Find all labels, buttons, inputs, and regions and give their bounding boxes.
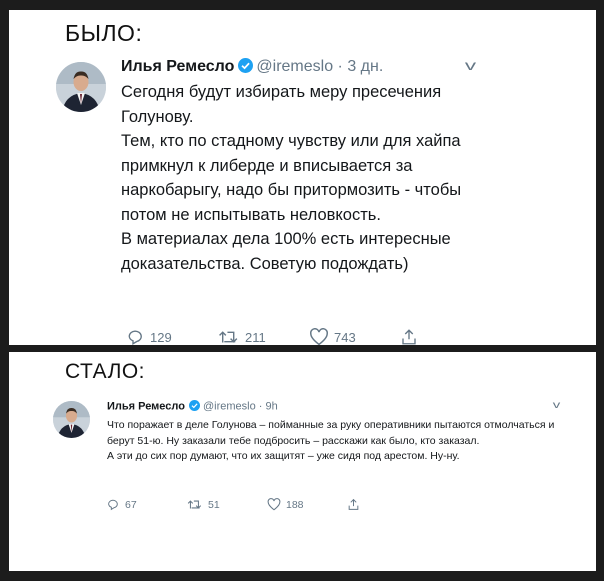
reply-icon <box>128 330 142 345</box>
reply-button[interactable]: 67 <box>107 498 187 511</box>
reply-button[interactable]: 129 <box>127 328 218 345</box>
like-count: 188 <box>286 498 304 511</box>
retweet-count: 51 <box>208 498 220 511</box>
reply-count: 129 <box>150 329 172 345</box>
retweet-count: 211 <box>245 329 266 345</box>
tweet-text: Сегодня будут избирать меру пресечения Г… <box>121 80 481 276</box>
tweet-actions: 67 51 188 <box>107 498 427 511</box>
like-count: 743 <box>334 329 356 345</box>
tweet-line: Тем, кто по стадному чувству или для хай… <box>121 132 462 224</box>
verified-badge-icon <box>238 58 254 74</box>
tweet-header: Илья Ремесло @iremeslo · 9h <box>107 400 278 413</box>
before-panel: БЫЛО: Илья Ремесло @iremeslo · 3 дн. v Се… <box>9 10 596 345</box>
like-icon <box>267 498 281 511</box>
author-handle[interactable]: @iremeslo <box>203 400 256 412</box>
share-button[interactable] <box>347 498 427 511</box>
retweet-icon <box>219 331 238 343</box>
author-avatar[interactable] <box>56 62 106 112</box>
like-icon <box>310 328 328 345</box>
chevron-down-icon[interactable]: v <box>553 400 561 411</box>
tweet-time[interactable]: 3 дн. <box>347 58 383 75</box>
reply-count: 67 <box>125 498 137 511</box>
chevron-down-icon[interactable]: v <box>465 57 476 73</box>
author-handle[interactable]: @iremeslo <box>256 58 333 75</box>
like-button[interactable]: 743 <box>309 328 400 345</box>
tweet-time[interactable]: 9h <box>265 400 277 412</box>
retweet-button[interactable]: 211 <box>218 328 309 345</box>
tweet-line: А эти до сих пор думают, что их защитят … <box>107 450 460 462</box>
tweet-line: Что поражает в деле Голунова – пойманные… <box>107 419 555 447</box>
retweet-button[interactable]: 51 <box>187 498 267 511</box>
author-avatar[interactable] <box>53 401 90 438</box>
meta-separator: · <box>333 58 348 75</box>
share-icon <box>402 329 416 345</box>
reply-icon <box>108 499 118 511</box>
tweet-text: Что поражает в деле Голунова – пойманные… <box>107 418 567 465</box>
share-button[interactable] <box>400 328 491 345</box>
after-label: СТАЛО: <box>65 360 146 383</box>
verified-badge-icon <box>188 400 200 411</box>
author-name[interactable]: Илья Ремесло <box>107 400 185 412</box>
retweet-icon <box>187 500 202 509</box>
like-button[interactable]: 188 <box>267 498 347 511</box>
tweet-actions: 129 211 743 <box>127 328 491 345</box>
share-icon <box>348 498 359 510</box>
after-panel: СТАЛО: Илья Ремесло @iremeslo · 9h v Что … <box>9 352 596 571</box>
author-name[interactable]: Илья Ремесло <box>121 58 234 75</box>
before-label: БЫЛО: <box>65 20 143 46</box>
tweet-header: Илья Ремесло @iremeslo · 3 дн. <box>121 58 383 76</box>
tweet-line: Сегодня будут избирать меру пресечения Г… <box>121 83 442 126</box>
tweet-line: В материалах дела 100% есть интересные д… <box>121 230 451 273</box>
